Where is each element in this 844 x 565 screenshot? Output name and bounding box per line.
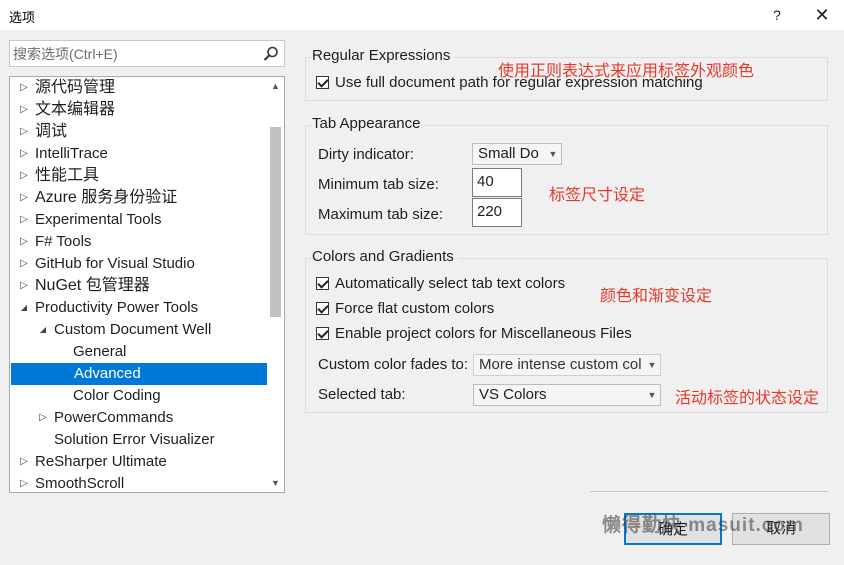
tree-item[interactable]: Color Coding (10, 385, 268, 407)
tree-item[interactable]: ▷ SmoothScroll (10, 473, 268, 492)
window-title: 选项 (9, 10, 36, 25)
chevron-down-icon: ▼ (545, 144, 561, 164)
chevron-down-icon: ▼ (644, 385, 660, 405)
collapsed-arrow-icon[interactable]: ▷ (18, 209, 30, 231)
tree-item-label: PowerCommands (54, 409, 174, 426)
min-tab-size-input[interactable]: 40 (472, 168, 522, 197)
tree-item-label: IntelliTrace (35, 145, 108, 162)
tree-item-label: Color Coding (73, 387, 161, 404)
tree-item-label: Experimental Tools (35, 211, 162, 228)
button-separator (590, 491, 828, 492)
collapsed-arrow-icon[interactable]: ▷ (18, 231, 30, 253)
dirty-indicator-value: Small Do (478, 145, 539, 162)
tree-item[interactable]: Solution Error Visualizer (10, 429, 268, 451)
collapsed-arrow-icon[interactable]: ▷ (18, 187, 30, 209)
tab-appearance-title: Tab Appearance (312, 115, 425, 132)
fades-to-value: More intense custom col (479, 356, 642, 373)
auto-select-label: Automatically select tab text colors (335, 275, 566, 292)
collapsed-arrow-icon[interactable]: ▷ (18, 121, 30, 143)
tree-item-label: NuGet 包管理器 (35, 277, 150, 294)
scrollbar-thumb[interactable] (270, 127, 281, 317)
tree-item[interactable]: ▷ IntelliTrace (10, 143, 268, 165)
tree-item[interactable]: ▷ 源代码管理 (10, 77, 268, 99)
watermark: 懒得勤快 masuit.com (602, 515, 804, 536)
tree-item[interactable]: General (10, 341, 268, 363)
options-search-box[interactable] (9, 40, 285, 67)
tree-item[interactable]: Advanced (11, 363, 269, 385)
max-tab-size-input[interactable]: 220 (472, 198, 522, 227)
tree-item[interactable]: ◢ Productivity Power Tools (10, 297, 268, 319)
fades-to-select[interactable]: More intense custom col ▼ (473, 354, 661, 376)
fades-to-label: Custom color fades to: (318, 356, 469, 373)
collapsed-arrow-icon[interactable]: ▷ (18, 473, 30, 492)
collapsed-arrow-icon[interactable]: ▷ (18, 451, 30, 473)
dirty-indicator-label: Dirty indicator: (318, 146, 414, 163)
tree-item[interactable]: ▷ 性能工具 (10, 165, 268, 187)
tree-item-label: Productivity Power Tools (35, 299, 199, 316)
collapsed-arrow-icon[interactable]: ▷ (18, 165, 30, 187)
tree-item[interactable]: ▷ 调试 (10, 121, 268, 143)
tree-item-label: Azure 服务身份验证 (35, 189, 178, 206)
tree-item[interactable]: ▷ F# Tools (10, 231, 268, 253)
max-tab-size-label: Maximum tab size: (318, 206, 444, 223)
regex-group-title: Regular Expressions (312, 47, 455, 64)
tree-item[interactable]: ▷ 文本编辑器 (10, 99, 268, 121)
expanded-arrow-icon[interactable]: ◢ (37, 319, 49, 341)
tree-item-label: Solution Error Visualizer (54, 431, 215, 448)
close-button[interactable]: ✕ (808, 3, 836, 27)
tree-item[interactable]: ▷ GitHub for Visual Studio (10, 253, 268, 275)
tree-item[interactable]: ▷ Azure 服务身份验证 (10, 187, 268, 209)
tree-item-label: 性能工具 (35, 167, 100, 184)
project-colors-label: Enable project colors for Miscellaneous … (335, 325, 632, 342)
tree-item-label: General (73, 343, 127, 360)
tree-item-label: SmoothScroll (35, 475, 125, 492)
selected-tab-select[interactable]: VS Colors ▼ (473, 384, 661, 406)
tree-item[interactable]: ▷ PowerCommands (10, 407, 268, 429)
collapsed-arrow-icon[interactable]: ▷ (18, 99, 30, 121)
project-colors-checkbox[interactable] (316, 327, 329, 340)
collapsed-arrow-icon[interactable]: ▷ (18, 143, 30, 165)
selected-tab-label: Selected tab: (318, 386, 406, 403)
help-button[interactable]: ? (766, 3, 788, 27)
selected-tab-value: VS Colors (479, 386, 547, 403)
tree-item[interactable]: ▷ Experimental Tools (10, 209, 268, 231)
force-flat-checkbox[interactable] (316, 302, 329, 315)
search-icon[interactable] (262, 45, 280, 63)
collapsed-arrow-icon[interactable]: ▷ (18, 77, 30, 99)
auto-select-checkbox[interactable] (316, 277, 329, 290)
collapsed-arrow-icon[interactable]: ▷ (18, 253, 30, 275)
min-tab-size-label: Minimum tab size: (318, 176, 439, 193)
regex-annotation: 使用正则表达式来应用标签外观颜色 (498, 63, 755, 80)
tree-item[interactable]: ▷ NuGet 包管理器 (10, 275, 268, 297)
search-input[interactable] (13, 44, 257, 63)
scroll-down-icon[interactable]: ▼ (267, 474, 284, 492)
tree-item-label: F# Tools (35, 233, 92, 250)
tree-item-label: 文本编辑器 (35, 101, 116, 118)
color-annotation: 颜色和渐变设定 (600, 288, 713, 305)
tree-item-label: 调试 (35, 123, 68, 140)
tree-item-label: GitHub for Visual Studio (35, 255, 195, 272)
dirty-indicator-select[interactable]: Small Do ▼ (472, 143, 562, 165)
title-bar: 选项 ? ✕ (0, 0, 844, 30)
options-tree[interactable]: ▷ 源代码管理 ▷ 文本编辑器 ▷ 调试 ▷ IntelliTrace ▷ 性能工具 ▷ Azure … (9, 76, 285, 493)
tree-item-label: Custom Document Well (54, 321, 212, 338)
size-annotation: 标签尺寸设定 (549, 187, 646, 204)
tree-item-label: 源代码管理 (35, 79, 116, 96)
scroll-up-icon[interactable]: ▲ (267, 77, 284, 95)
tree-item[interactable]: ▷ ReSharper Ultimate (10, 451, 268, 473)
tree-scrollbar[interactable]: ▲ ▼ (267, 77, 284, 492)
collapsed-arrow-icon[interactable]: ▷ (18, 275, 30, 297)
tree-item-label: Advanced (74, 365, 141, 382)
tree-item-label: ReSharper Ultimate (35, 453, 167, 470)
tree-item[interactable]: ◢ Custom Document Well (10, 319, 268, 341)
force-flat-label: Force flat custom colors (335, 300, 495, 317)
active-tab-annotation: 活动标签的状态设定 (675, 390, 820, 407)
expanded-arrow-icon[interactable]: ◢ (18, 297, 30, 319)
collapsed-arrow-icon[interactable]: ▷ (37, 407, 49, 429)
chevron-down-icon: ▼ (644, 355, 660, 375)
colors-group-title: Colors and Gradients (312, 248, 458, 265)
use-full-path-checkbox[interactable] (316, 76, 329, 89)
